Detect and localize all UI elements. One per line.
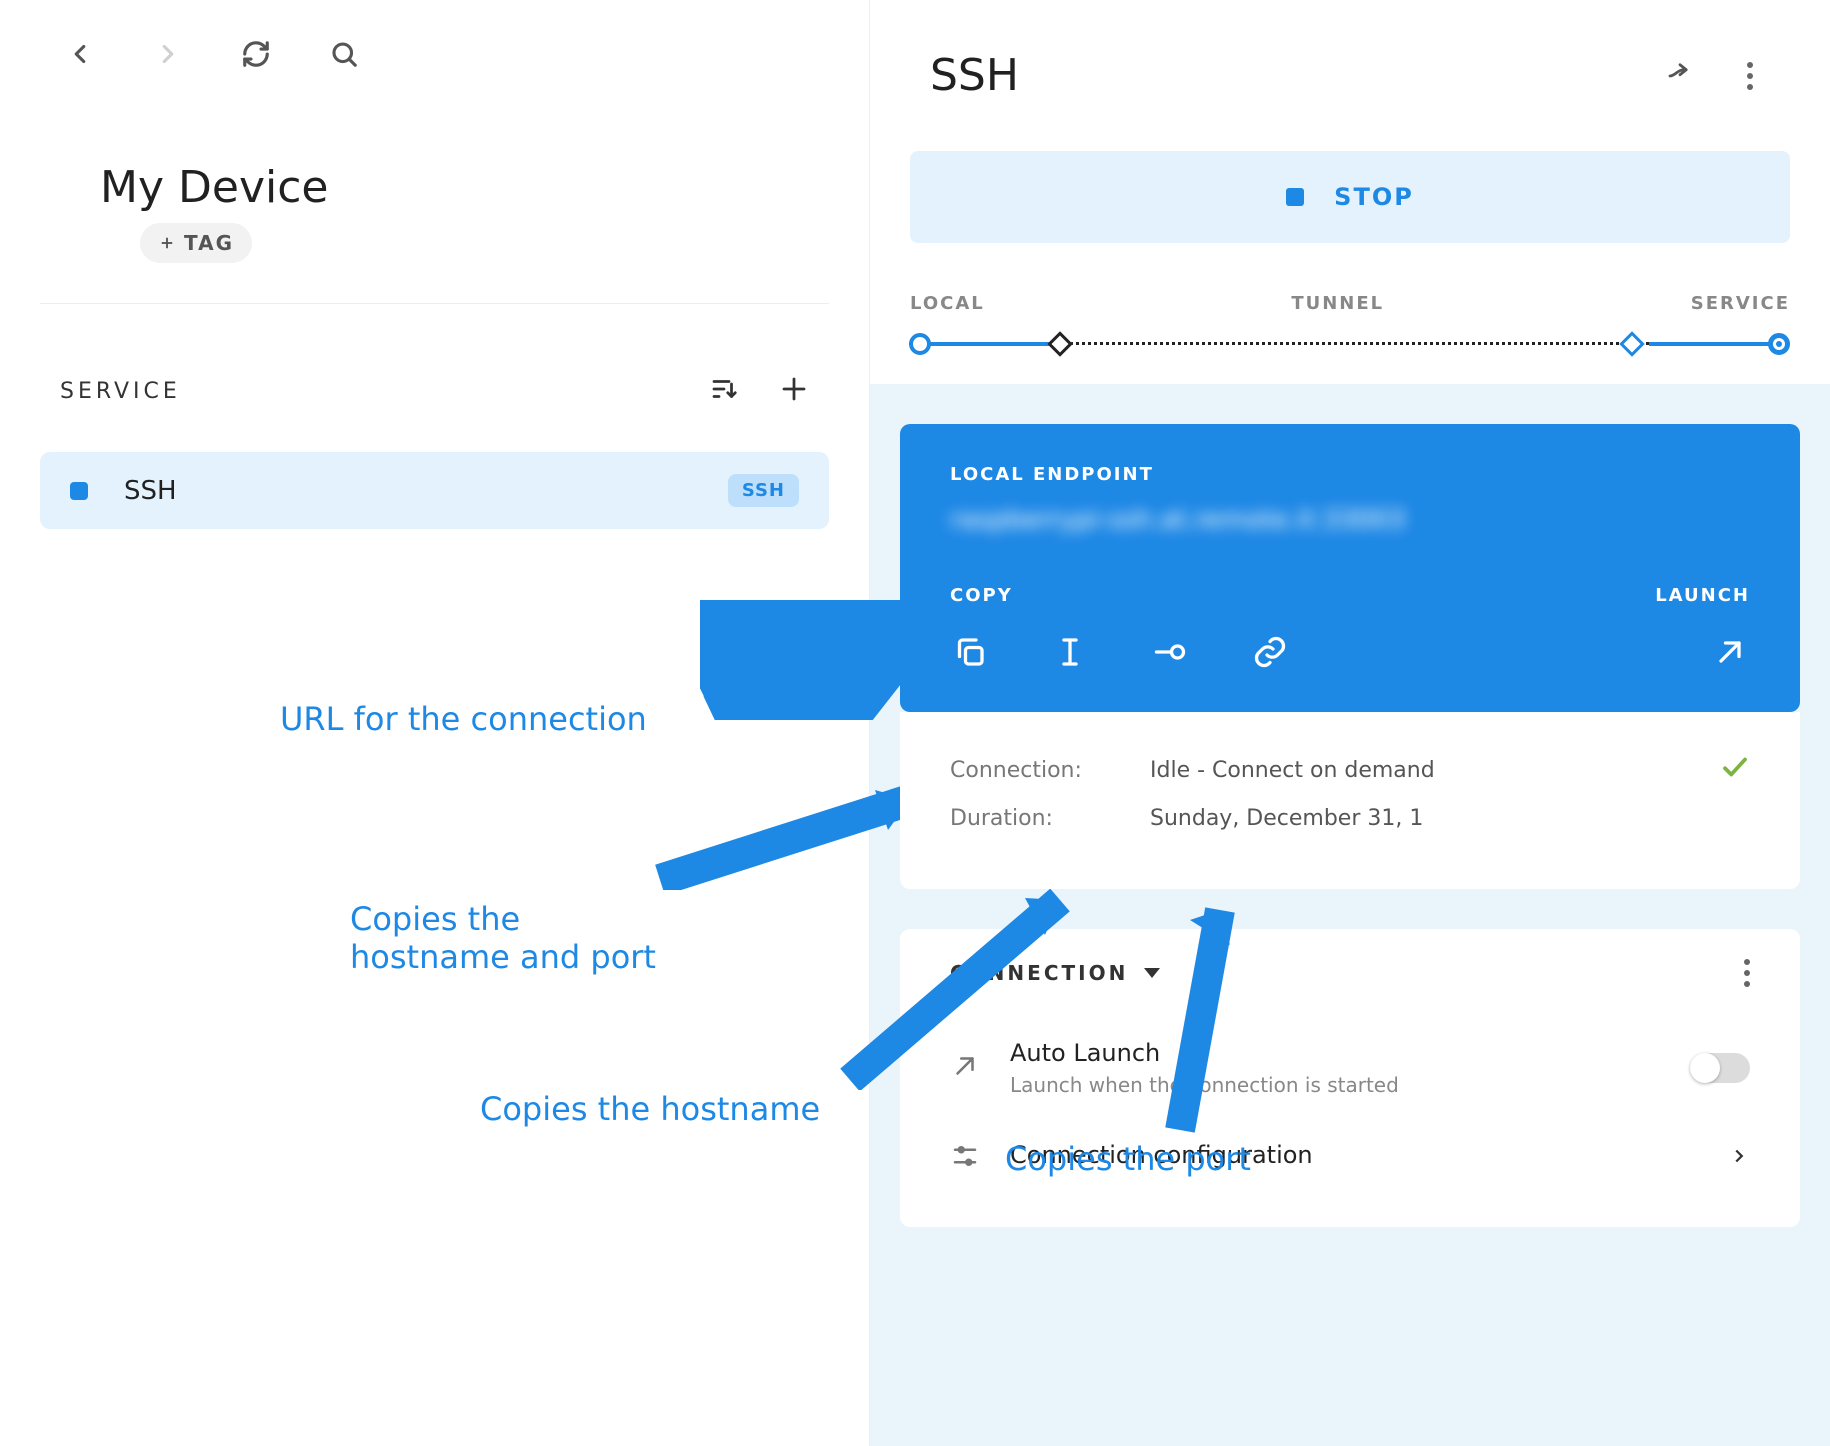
status-local-label: LOCAL bbox=[910, 293, 985, 314]
status-labels: LOCAL TUNNEL SERVICE bbox=[870, 263, 1830, 324]
launch-icon bbox=[950, 1051, 1010, 1085]
service-status-icon bbox=[70, 482, 88, 500]
status-node-tunnel-left bbox=[1047, 331, 1072, 356]
copy-hostname-button[interactable] bbox=[1050, 632, 1090, 672]
connection-heading: CONNECTION bbox=[950, 961, 1128, 985]
toolbar bbox=[0, 0, 869, 108]
refresh-button[interactable] bbox=[236, 34, 276, 74]
forward-button bbox=[148, 34, 188, 74]
auto-launch-sub: Launch when the connection is started bbox=[1010, 1073, 1399, 1097]
connection-settings-card: CONNECTION Auto Launch Launch when the c… bbox=[900, 929, 1800, 1227]
connection-info-card: Connection: Idle - Connect on demand Dur… bbox=[900, 712, 1800, 889]
sliders-icon bbox=[950, 1141, 1010, 1175]
launch-button[interactable] bbox=[1710, 632, 1750, 672]
add-service-button[interactable] bbox=[779, 374, 809, 408]
copy-port-button[interactable] bbox=[1150, 632, 1190, 672]
annotation-copy-host-port: Copies the hostname and port bbox=[350, 900, 656, 976]
annotation-url: URL for the connection bbox=[280, 700, 647, 738]
endpoint-label: LOCAL ENDPOINT bbox=[950, 464, 1750, 485]
connection-value: Idle - Connect on demand bbox=[1150, 758, 1720, 783]
stop-button[interactable]: STOP bbox=[910, 151, 1790, 243]
connection-config-row[interactable]: Connection configuration bbox=[950, 1119, 1750, 1197]
auto-launch-toggle[interactable] bbox=[1690, 1053, 1750, 1083]
stop-label: STOP bbox=[1334, 183, 1414, 211]
detail-panel: LOCAL ENDPOINT raspberrypi-ssh.at.remote… bbox=[870, 384, 1830, 1446]
duration-label: Duration: bbox=[950, 806, 1150, 831]
copy-host-port-button[interactable] bbox=[950, 632, 990, 672]
service-type-badge: SSH bbox=[728, 474, 799, 507]
status-track bbox=[910, 334, 1790, 354]
check-icon bbox=[1720, 752, 1750, 788]
device-name: My Device bbox=[0, 108, 869, 223]
status-service-label: SERVICE bbox=[1691, 293, 1790, 314]
add-tag-button[interactable]: TAG bbox=[140, 223, 252, 263]
status-node-local bbox=[909, 333, 931, 355]
annotation-copy-hostname: Copies the hostname bbox=[480, 1090, 820, 1128]
back-button[interactable] bbox=[60, 34, 100, 74]
chevron-down-icon[interactable] bbox=[1144, 968, 1160, 978]
endpoint-value[interactable]: raspberrypi-ssh.at.remote.it:33003 bbox=[950, 505, 1750, 535]
launch-label: LAUNCH bbox=[1655, 585, 1750, 606]
more-menu-button[interactable] bbox=[1730, 56, 1770, 96]
page-title: SSH bbox=[930, 50, 1630, 101]
status-node-tunnel-right bbox=[1619, 331, 1644, 356]
connection-label: Connection: bbox=[950, 758, 1150, 783]
status-node-service bbox=[1768, 333, 1790, 355]
copy-link-button[interactable] bbox=[1250, 632, 1290, 672]
auto-launch-title: Auto Launch bbox=[1010, 1039, 1399, 1067]
stop-icon bbox=[1286, 188, 1304, 206]
endpoint-card: LOCAL ENDPOINT raspberrypi-ssh.at.remote… bbox=[900, 424, 1800, 712]
connection-config-title: Connection configuration bbox=[1010, 1141, 1313, 1169]
service-row[interactable]: SSH SSH bbox=[40, 452, 829, 529]
copy-label: COPY bbox=[950, 585, 1013, 606]
service-name: SSH bbox=[124, 476, 728, 506]
auto-launch-row: Auto Launch Launch when the connection i… bbox=[950, 1017, 1750, 1119]
chevron-right-icon bbox=[1728, 1145, 1750, 1171]
share-button[interactable] bbox=[1660, 56, 1700, 96]
connection-more-button[interactable] bbox=[1744, 959, 1750, 987]
tag-label: TAG bbox=[184, 231, 234, 255]
duration-value: Sunday, December 31, 1 bbox=[1150, 806, 1750, 831]
status-tunnel-label: TUNNEL bbox=[1291, 293, 1384, 314]
service-heading: SERVICE bbox=[60, 379, 181, 404]
search-button[interactable] bbox=[324, 34, 364, 74]
sort-button[interactable] bbox=[709, 374, 739, 408]
